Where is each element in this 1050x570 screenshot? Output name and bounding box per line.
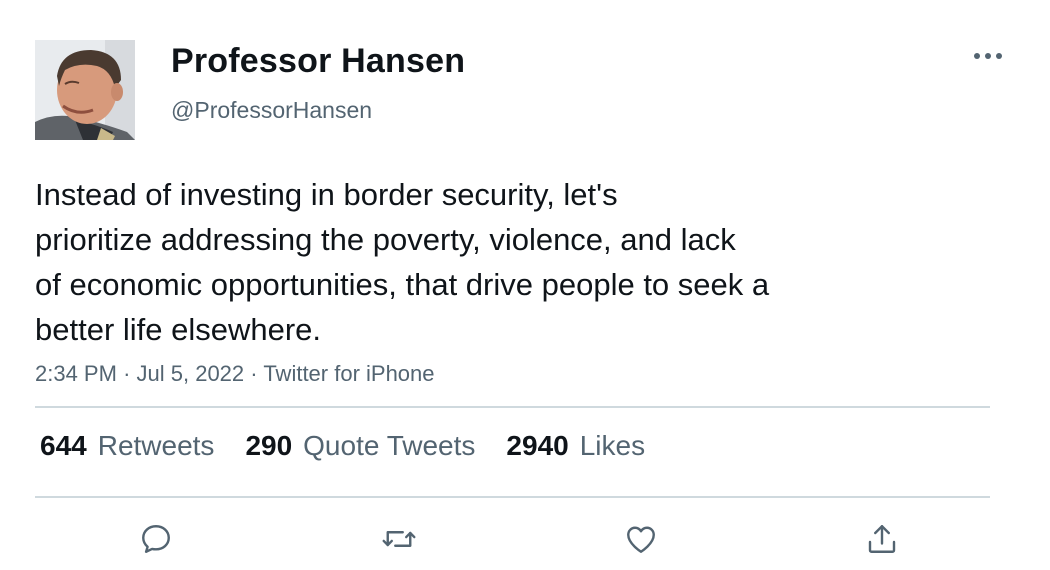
- likes-stat[interactable]: 2940 Likes: [506, 430, 645, 462]
- share-button[interactable]: [862, 519, 902, 559]
- tweet-time[interactable]: 2:34 PM: [35, 361, 117, 386]
- avatar-image: [35, 40, 135, 140]
- quote-tweets-stat[interactable]: 290 Quote Tweets: [245, 430, 475, 462]
- more-options-button[interactable]: [966, 40, 1010, 72]
- tweet-text: Instead of investing in border security,…: [35, 172, 915, 352]
- share-icon: [868, 525, 896, 553]
- tweet-date[interactable]: Jul 5, 2022: [137, 361, 245, 386]
- tweet-text-line: Instead of investing in border security,…: [35, 177, 618, 212]
- retweets-count: 644: [40, 430, 87, 461]
- tweet-stats: 644 Retweets 290 Quote Tweets 2940 Likes: [40, 430, 676, 462]
- reply-button[interactable]: [136, 519, 176, 559]
- likes-count: 2940: [506, 430, 569, 461]
- quote-tweets-label: Quote Tweets: [303, 430, 476, 461]
- heart-icon: [627, 526, 655, 553]
- tweet-text-line: of economic opportunities, that drive pe…: [35, 267, 770, 302]
- tweet-source[interactable]: Twitter for iPhone: [263, 361, 434, 386]
- like-button[interactable]: [621, 519, 661, 559]
- author-handle[interactable]: @ProfessorHansen: [171, 97, 372, 124]
- likes-label: Likes: [579, 430, 646, 461]
- avatar[interactable]: [35, 40, 135, 140]
- divider: [35, 496, 990, 498]
- tweet-text-line: prioritize addressing the poverty, viole…: [35, 222, 736, 257]
- reply-icon: [142, 525, 170, 553]
- retweet-icon: [382, 531, 416, 547]
- retweets-label: Retweets: [97, 430, 215, 461]
- meta-separator: ·: [250, 361, 258, 386]
- tweet-metadata: 2:34 PM · Jul 5, 2022 · Twitter for iPho…: [35, 361, 435, 387]
- meta-separator: ·: [123, 361, 131, 386]
- tweet-text-line: better life elsewhere.: [35, 312, 322, 347]
- retweets-stat[interactable]: 644 Retweets: [40, 430, 214, 462]
- author-name[interactable]: Professor Hansen: [171, 42, 465, 81]
- more-horizontal-icon: [974, 53, 1002, 59]
- quote-tweets-count: 290: [245, 430, 293, 461]
- retweet-button[interactable]: [379, 519, 419, 559]
- divider: [35, 406, 990, 408]
